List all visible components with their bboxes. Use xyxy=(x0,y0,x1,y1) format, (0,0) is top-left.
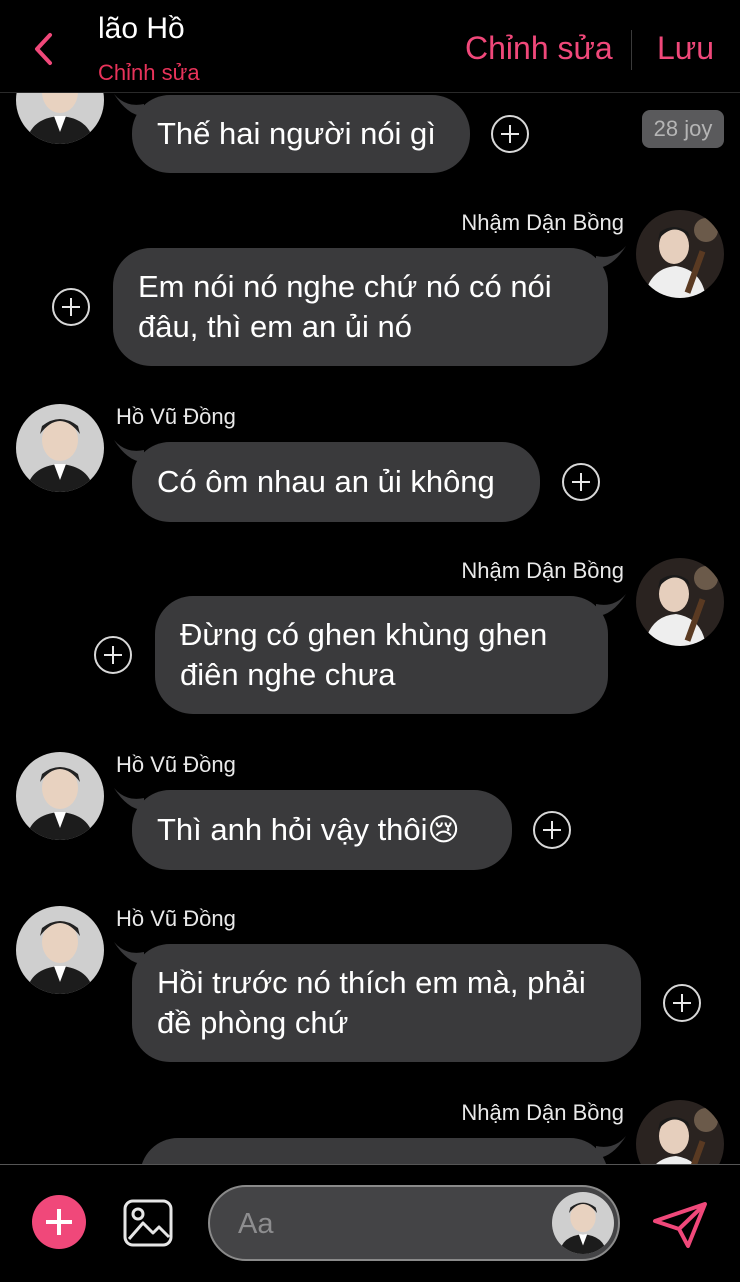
message-received: Hồ Vũ Đồng Hồi trước nó thích em mà, phả… xyxy=(0,906,740,1066)
message-text: Em nói nó nghe chứ nó có nói đâu, thì em… xyxy=(138,269,552,344)
image-icon[interactable] xyxy=(123,1199,173,1247)
message-bubble[interactable]: Hồi trước nó thích em mà, phải đề phòng … xyxy=(132,944,641,1062)
message-input-box[interactable] xyxy=(208,1185,620,1261)
message-bubble[interactable]: Có ôm nhau an ủi không xyxy=(132,442,540,522)
avatar xyxy=(636,1100,724,1164)
avatar xyxy=(16,752,104,840)
sender-name: Nhậm Dận Bồng xyxy=(461,1100,624,1125)
avatar xyxy=(636,210,724,298)
message-sent: Nhậm Dận Bồng Em nói nó nghe chứ nó có n… xyxy=(0,210,740,370)
message-text: Thì anh hỏi vậy thôi😢 xyxy=(157,812,460,847)
message-bubble[interactable]: Thì anh hỏi vậy thôi😢 xyxy=(132,790,512,870)
avatar xyxy=(16,404,104,492)
avatar xyxy=(16,92,104,144)
message-text: Thế hai người nói gì xyxy=(157,116,436,151)
sender-name: Hồ Vũ Đồng xyxy=(116,752,236,777)
reaction-count-badge[interactable]: 28 joy xyxy=(642,110,724,148)
chat-title: lão Hồ xyxy=(98,12,185,45)
message-received: Thế hai người nói gì 28 joy xyxy=(0,92,740,182)
chat-header: lão Hồ Chỉnh sửa Chỉnh sửa Lưu xyxy=(0,0,740,93)
avatar[interactable] xyxy=(552,1192,614,1254)
message-received: Hồ Vũ Đồng Có ôm nhau an ủi không xyxy=(0,404,740,524)
message-sent: Nhậm Dận Bồng Đừng có ghen khùng ghen đi… xyxy=(0,558,740,718)
message-bubble[interactable]: Đừng có ghen khùng ghen điên nghe chưa xyxy=(155,596,608,714)
sender-name: Hồ Vũ Đồng xyxy=(116,906,236,931)
message-text: Đừng có ghen khùng ghen điên nghe chưa xyxy=(180,617,548,692)
sender-name: Hồ Vũ Đồng xyxy=(116,404,236,429)
save-button[interactable]: Lưu xyxy=(657,30,714,67)
avatar xyxy=(636,558,724,646)
message-bubble[interactable]: Em nói nó nghe chứ nó có nói đâu, thì em… xyxy=(113,248,608,366)
sender-name: Nhậm Dận Bồng xyxy=(461,210,624,235)
message-list[interactable]: Thế hai người nói gì 28 joy Nhậm Dận Bồn… xyxy=(0,92,740,1164)
add-reaction-icon[interactable] xyxy=(94,636,132,674)
send-icon[interactable] xyxy=(652,1201,708,1249)
add-reaction-icon[interactable] xyxy=(663,984,701,1022)
sender-name: Nhậm Dận Bồng xyxy=(461,558,624,583)
edit-button[interactable]: Chỉnh sửa xyxy=(465,30,613,67)
message-bubble[interactable] xyxy=(140,1138,608,1164)
add-reaction-icon[interactable] xyxy=(562,463,600,501)
avatar xyxy=(16,906,104,994)
message-received: Hồ Vũ Đồng Thì anh hỏi vậy thôi😢 xyxy=(0,752,740,872)
back-chevron-icon[interactable] xyxy=(30,32,60,66)
message-sent: Nhậm Dận Bồng xyxy=(0,1100,740,1164)
chat-subtitle: Chỉnh sửa xyxy=(98,60,200,85)
header-divider xyxy=(631,30,632,70)
add-reaction-icon[interactable] xyxy=(52,288,90,326)
message-text: Có ôm nhau an ủi không xyxy=(157,464,495,499)
message-input[interactable] xyxy=(236,1201,540,1247)
plus-icon[interactable] xyxy=(32,1195,86,1249)
composer-bar xyxy=(0,1164,740,1282)
message-text: Hồi trước nó thích em mà, phải đề phòng … xyxy=(157,965,586,1040)
message-bubble[interactable]: Thế hai người nói gì xyxy=(132,95,470,173)
add-reaction-icon[interactable] xyxy=(533,811,571,849)
add-reaction-icon[interactable] xyxy=(491,115,529,153)
